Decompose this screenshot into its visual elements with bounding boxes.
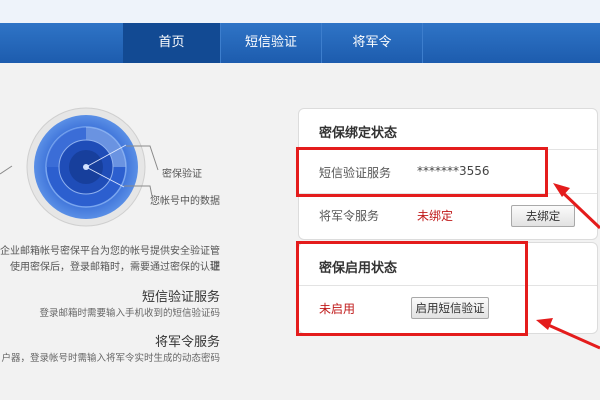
annotation-arrows [536,183,600,350]
